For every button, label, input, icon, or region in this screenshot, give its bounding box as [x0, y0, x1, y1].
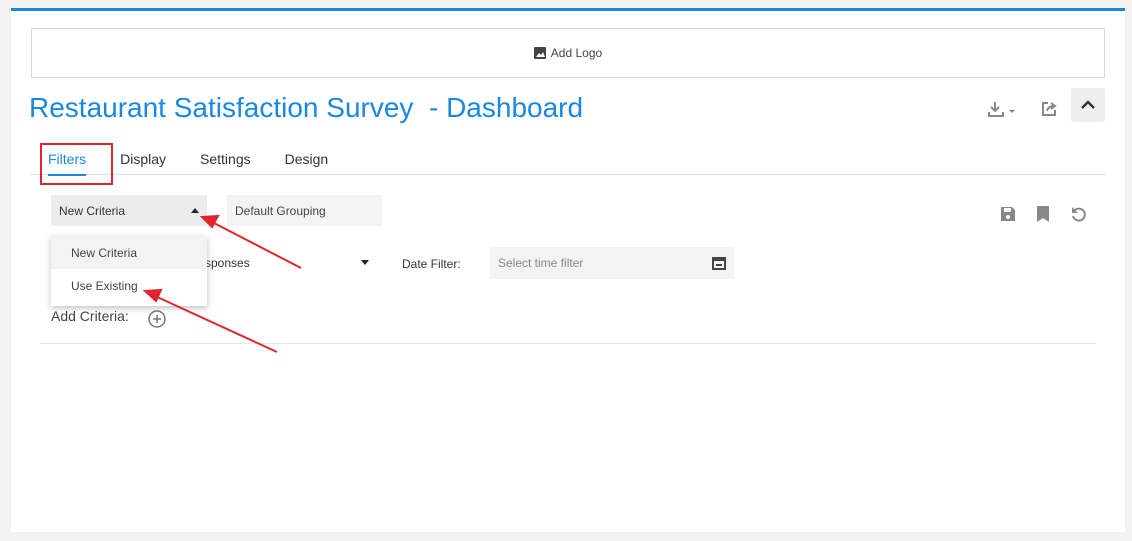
annotation-arrows [142, 214, 302, 353]
annotation-arrow [199, 214, 302, 269]
annotation-arrow [142, 288, 278, 353]
